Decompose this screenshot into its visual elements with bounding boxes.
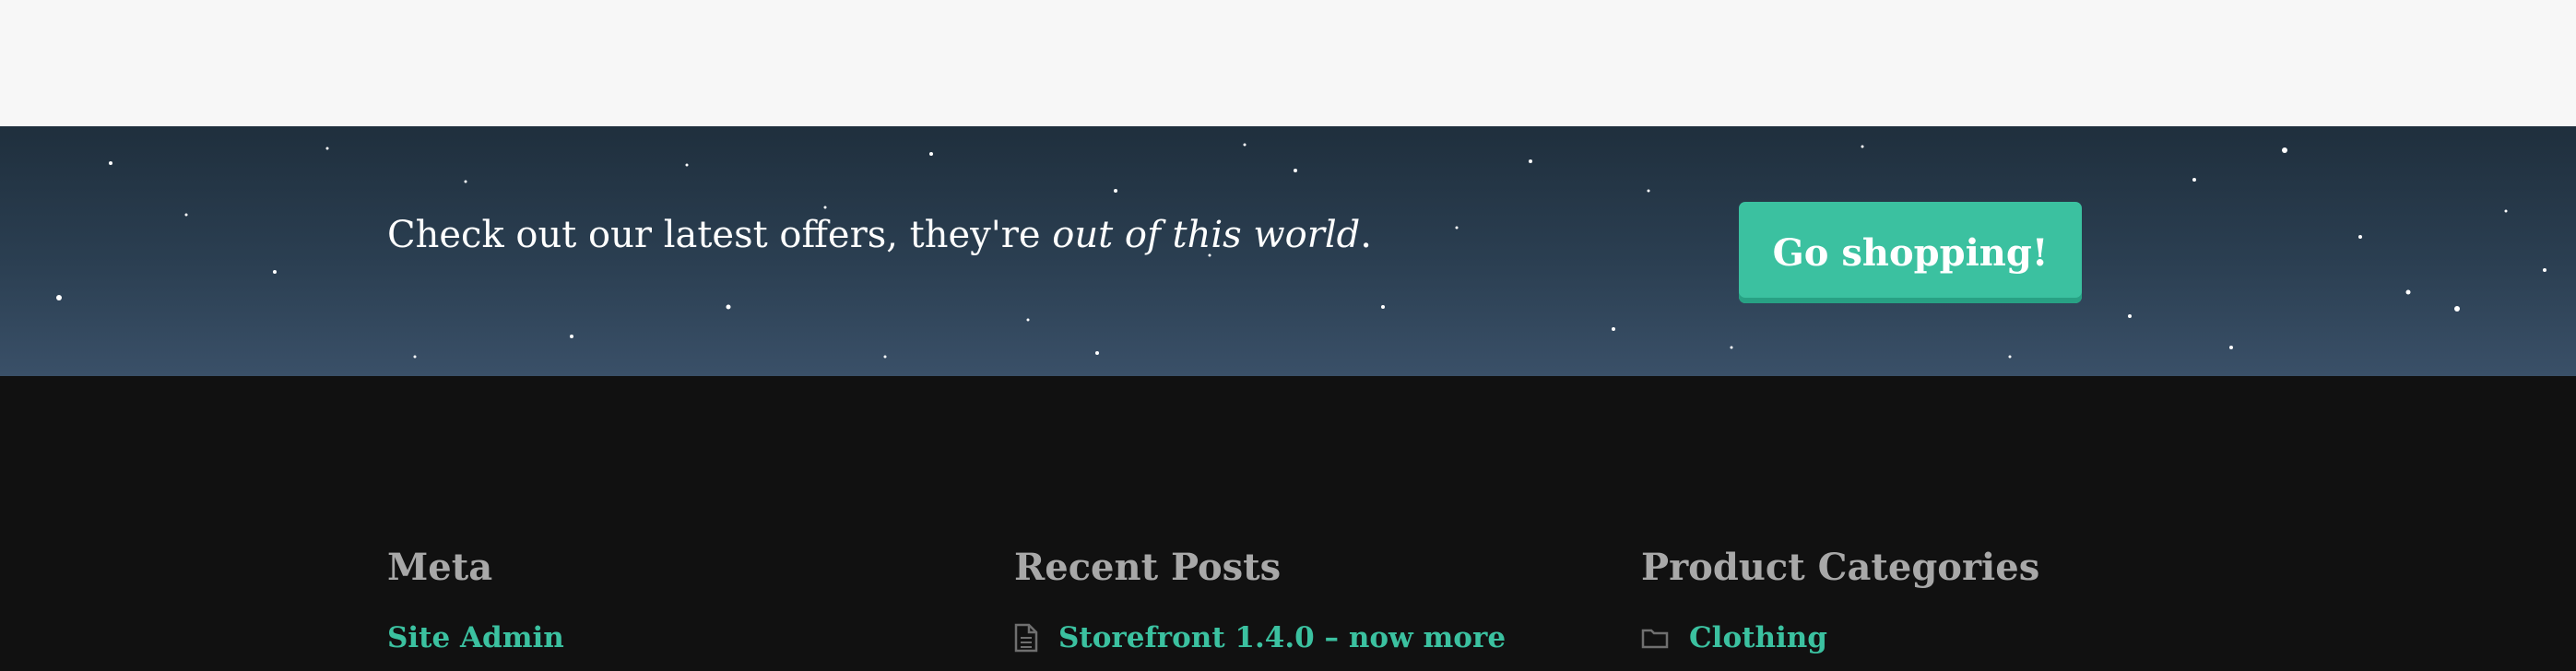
recent-post-link[interactable]: Storefront 1.4.0 – now more [1014, 621, 1506, 654]
go-shopping-button[interactable]: Go shopping! [1739, 202, 2082, 303]
top-blank-area [0, 0, 2576, 126]
recent-posts-widget: Recent Posts Storefront 1.4.0 – now more [1014, 546, 1506, 654]
meta-widget: Meta Site Admin [387, 546, 564, 654]
recent-posts-heading: Recent Posts [1014, 546, 1282, 589]
category-link-clothing[interactable]: Clothing [1641, 621, 2039, 654]
recent-post-label: Storefront 1.4.0 – now more [1058, 621, 1507, 654]
site-admin-label: Site Admin [387, 621, 564, 654]
document-icon [1014, 623, 1038, 653]
site-admin-link[interactable]: Site Admin [387, 621, 564, 654]
category-label-clothing: Clothing [1689, 621, 1827, 654]
promo-text-suffix: . [1360, 214, 1372, 256]
promo-text-prefix: Check out our latest offers, they're [387, 214, 1053, 256]
promo-text-emphasis: out of this world [1052, 214, 1361, 256]
folder-icon [1641, 629, 1669, 649]
promo-text: Check out our latest offers, they're out… [387, 214, 1372, 256]
promo-banner: Check out our latest offers, they're out… [0, 126, 2576, 376]
product-categories-heading: Product Categories [1641, 546, 2040, 589]
meta-heading: Meta [387, 546, 493, 589]
site-footer: Meta Site Admin Recent Posts Storefront … [0, 376, 2576, 671]
product-categories-widget: Product Categories Clothing [1641, 546, 2039, 654]
